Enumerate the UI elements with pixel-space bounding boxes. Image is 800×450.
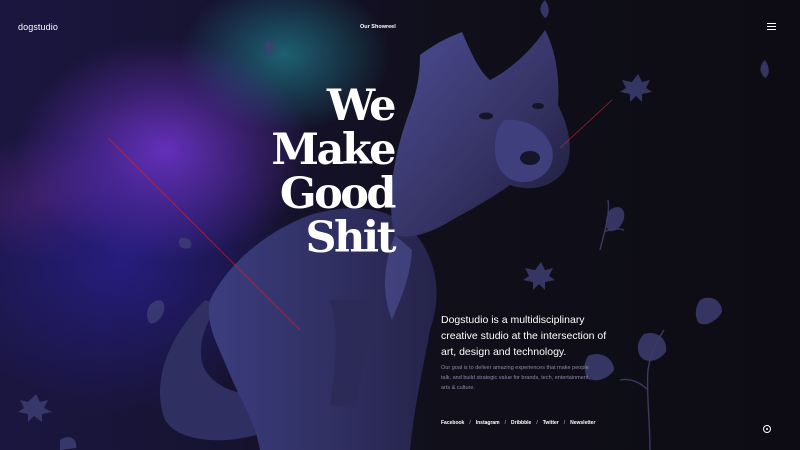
separator: /	[469, 420, 471, 426]
wolf-eye-left	[479, 112, 493, 120]
leaf-icon	[637, 332, 667, 361]
headline-line: We	[326, 81, 397, 131]
leaf-icon	[264, 40, 274, 56]
logo[interactable]: dogstudio	[18, 22, 58, 32]
leaf-icon	[540, 0, 549, 18]
headline-line: Shit	[305, 213, 396, 263]
leaf-icon	[147, 300, 165, 324]
separator: /	[563, 420, 566, 426]
hero-headline: We Make Good Shit	[271, 81, 397, 263]
headline-line: Make	[271, 125, 396, 175]
goal-text: Our goal is to deliver amazing experienc…	[441, 365, 590, 391]
scroll-dot-icon[interactable]	[763, 425, 771, 433]
social-link-newsletter[interactable]: Newsletter	[570, 420, 595, 426]
social-link-facebook[interactable]: Facebook	[441, 420, 464, 426]
leaf-icon	[760, 60, 769, 78]
leaf-icon	[523, 262, 555, 290]
leaf-icon	[60, 437, 77, 450]
leaf-icon	[695, 297, 722, 325]
separator: /	[504, 420, 507, 426]
hamburger-menu-icon[interactable]	[764, 22, 776, 32]
leaf-icon	[18, 394, 52, 422]
wolf-eye-right	[532, 103, 544, 109]
hero-artwork	[18, 0, 769, 450]
social-link-dribbble[interactable]: Dribbble	[511, 420, 531, 426]
wolf-nose	[520, 151, 540, 165]
hero-stage: dogstudio Our Showreel We Make Good Shit…	[0, 0, 800, 450]
leaf-icon	[620, 74, 652, 102]
social-link-instagram[interactable]: Instagram	[476, 420, 500, 426]
leaf-icon	[178, 237, 192, 249]
social-links: Facebook / Instagram / Dribbble / Twitte…	[441, 420, 595, 426]
separator: /	[536, 420, 538, 426]
intro-text: Dogstudio is a multidisciplinary creativ…	[441, 314, 607, 358]
showreel-link[interactable]: Our Showreel	[360, 24, 396, 30]
headline-line: Good	[279, 169, 397, 219]
social-link-twitter[interactable]: Twitter	[543, 420, 559, 426]
